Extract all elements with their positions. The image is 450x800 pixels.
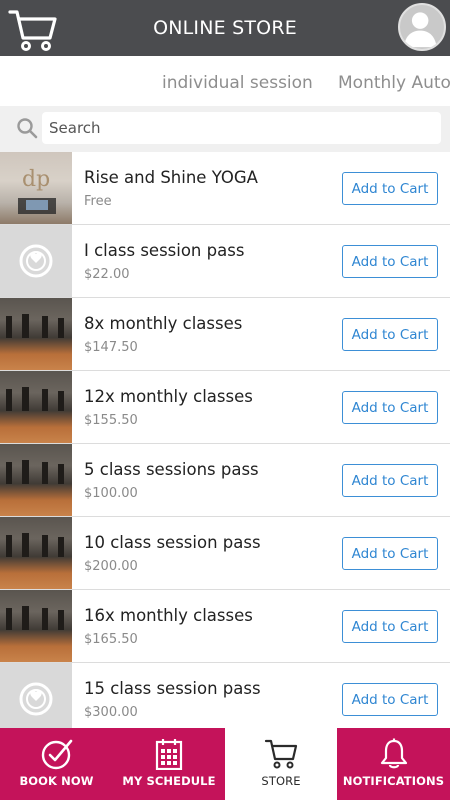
product-price: $165.50	[84, 632, 138, 647]
avatar-silhouette-icon	[403, 12, 437, 48]
add-to-cart-button[interactable]: Add to Cart	[342, 537, 438, 570]
studio-logo-icon	[19, 244, 53, 278]
bell-icon	[380, 738, 407, 769]
product-name: 8x monthly classes	[84, 314, 243, 333]
product-thumbnail: dp	[0, 152, 72, 224]
add-to-cart-button[interactable]: Add to Cart	[342, 610, 438, 643]
product-price: $300.00	[84, 705, 138, 720]
studio-photo-image	[6, 606, 64, 630]
product-name: 10 class session pass	[84, 533, 261, 552]
list-item: 15 class session pass $300.00 Add to Car…	[0, 663, 450, 728]
nav-store[interactable]: STORE	[225, 728, 337, 800]
search-bar	[0, 106, 450, 152]
product-name: I class session pass	[84, 241, 245, 260]
studio-logo-icon	[19, 682, 53, 716]
add-to-cart-button[interactable]: Add to Cart	[342, 683, 438, 716]
tab-individual-session[interactable]: individual session	[162, 73, 313, 93]
nav-label: MY SCHEDULE	[122, 774, 216, 788]
list-item: dp Rise and Shine YOGA Free Add to Cart	[0, 152, 450, 225]
cart-icon	[264, 739, 298, 769]
nav-book-now[interactable]: BOOK NOW	[0, 728, 113, 800]
product-thumbnail	[0, 298, 72, 370]
nav-label: BOOK NOW	[19, 774, 94, 788]
bottom-navigation: BOOK NOW MY SCHEDULE STORE NOTIFICATIONS	[0, 728, 450, 800]
add-to-cart-button[interactable]: Add to Cart	[342, 245, 438, 278]
user-avatar[interactable]	[398, 3, 446, 51]
search-input[interactable]	[42, 112, 441, 144]
product-name: Rise and Shine YOGA	[84, 168, 258, 187]
product-name: 16x monthly classes	[84, 606, 253, 625]
list-item: 8x monthly classes $147.50 Add to Cart	[0, 298, 450, 371]
calendar-icon	[155, 739, 183, 770]
product-name: 5 class sessions pass	[84, 460, 259, 479]
product-thumbnail	[0, 590, 72, 662]
nav-my-schedule[interactable]: MY SCHEDULE	[113, 728, 225, 800]
list-item: 12x monthly classes $155.50 Add to Cart	[0, 371, 450, 444]
product-thumbnail	[0, 444, 72, 516]
category-tabs: individual session Monthly Autop	[0, 56, 450, 106]
check-circle-icon	[41, 739, 72, 770]
product-price: $100.00	[84, 486, 138, 501]
tab-monthly-autopay[interactable]: Monthly Autop	[338, 73, 450, 93]
studio-photo-image	[6, 387, 64, 411]
product-thumbnail	[0, 517, 72, 589]
add-to-cart-button[interactable]: Add to Cart	[342, 318, 438, 351]
list-item: I class session pass $22.00 Add to Cart	[0, 225, 450, 298]
product-price: $22.00	[84, 267, 130, 282]
list-item: 5 class sessions pass $100.00 Add to Car…	[0, 444, 450, 517]
product-name: 15 class session pass	[84, 679, 261, 698]
product-thumbnail	[0, 663, 72, 728]
product-thumbnail	[0, 371, 72, 443]
cart-icon[interactable]	[8, 8, 58, 52]
product-list: dp Rise and Shine YOGA Free Add to Cart …	[0, 152, 450, 728]
app-header: ONLINE STORE	[0, 0, 450, 56]
yoga-room-image: dp	[18, 167, 56, 214]
add-to-cart-button[interactable]: Add to Cart	[342, 391, 438, 424]
studio-photo-image	[6, 460, 64, 484]
product-price: $147.50	[84, 340, 138, 355]
product-thumbnail	[0, 225, 72, 297]
product-price: $200.00	[84, 559, 138, 574]
page-title: ONLINE STORE	[153, 17, 297, 39]
product-price: $155.50	[84, 413, 138, 428]
search-icon	[17, 118, 38, 139]
nav-label: NOTIFICATIONS	[342, 774, 445, 788]
list-item: 10 class session pass $200.00 Add to Car…	[0, 517, 450, 590]
add-to-cart-button[interactable]: Add to Cart	[342, 172, 438, 205]
product-price: Free	[84, 194, 112, 209]
studio-photo-image	[6, 533, 64, 557]
product-name: 12x monthly classes	[84, 387, 253, 406]
svg-text:dp: dp	[22, 167, 50, 192]
nav-notifications[interactable]: NOTIFICATIONS	[337, 728, 450, 800]
studio-photo-image	[6, 314, 64, 338]
nav-label: STORE	[261, 774, 301, 788]
list-item: 16x monthly classes $165.50 Add to Cart	[0, 590, 450, 663]
add-to-cart-button[interactable]: Add to Cart	[342, 464, 438, 497]
